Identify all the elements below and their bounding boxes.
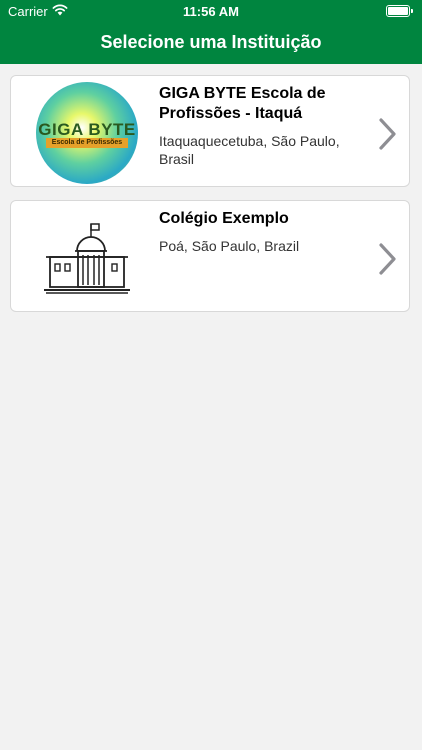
institution-location: Poá, São Paulo, Brazil — [159, 238, 300, 254]
logo-title: GIGA BYTE — [38, 120, 136, 139]
institution-name: GIGA BYTE Escola de Profissões - Itaquá — [159, 85, 326, 122]
gigabyte-logo: GIGA BYTE Escola de Profissões — [36, 82, 138, 184]
page-title: Selecione uma Instituição — [100, 32, 322, 52]
logo-subtitle: Escola de Profissões — [46, 138, 128, 148]
status-time: 11:56 AM — [183, 4, 239, 19]
chevron-right-icon — [379, 243, 396, 275]
institution-name: Colégio Exemplo — [159, 210, 289, 227]
chevron-right-icon — [379, 118, 396, 150]
status-bar: Carrier 11:56 AM — [0, 0, 422, 22]
institution-row-gigabyte[interactable]: GIGA BYTE Escola de Profissões GIGA BYTE… — [10, 75, 410, 187]
institution-row-colegio-exemplo[interactable]: Colégio Exemplo Poá, São Paulo, Brazil — [10, 200, 410, 312]
institution-location: Itaquaquecetuba, São Paulo, Brasil — [159, 133, 340, 167]
battery-icon — [386, 5, 413, 17]
navigation-header: Carrier 11:56 AM Selecione uma Instituiç… — [0, 0, 422, 64]
building-icon — [44, 223, 130, 294]
